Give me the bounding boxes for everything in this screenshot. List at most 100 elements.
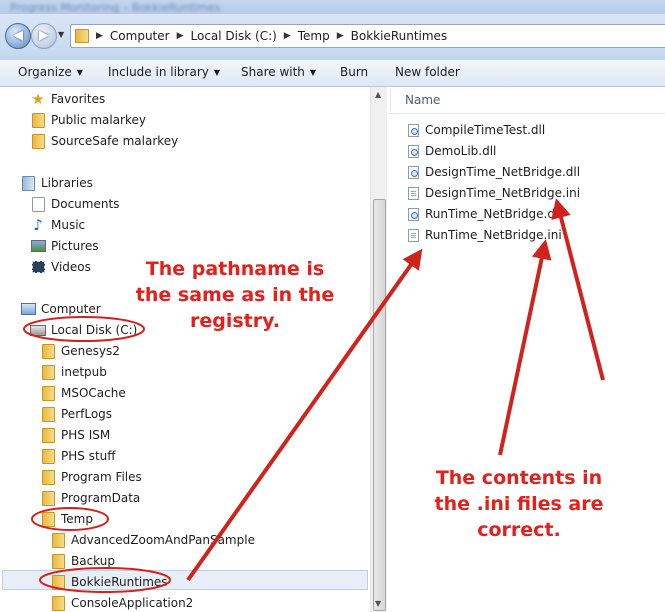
annotation-line: the same as in the (135, 284, 335, 306)
breadcrumb-bokkieruntimes[interactable]: BokkieRuntimes (348, 29, 451, 43)
nav-label: inetpub (61, 365, 107, 379)
share-label: Share with (241, 65, 305, 79)
nav-folder-phs-ism[interactable]: PHS ISM (40, 425, 110, 445)
back-arrow-icon: ◀ (13, 28, 23, 43)
nav-label: Favorites (51, 92, 106, 106)
command-bar: Organize ▼ Include in library ▼ Share with… (0, 60, 665, 87)
file-item[interactable]: RunTime_NetBridge.ini (408, 225, 562, 245)
nav-folder-perflogs[interactable]: PerfLogs (40, 404, 112, 424)
file-item[interactable]: DesignTime_NetBridge.dll (408, 162, 580, 182)
annotation-line: registry. (190, 310, 280, 332)
dll-file-icon (408, 207, 419, 221)
nav-music[interactable]: ♪ Music (30, 215, 85, 235)
breadcrumb-chevron-icon[interactable]: ▶ (280, 31, 295, 41)
file-item[interactable]: RunTime_NetBridge.dll (408, 204, 562, 224)
nav-label: Pictures (51, 239, 99, 253)
folder-icon (40, 427, 56, 443)
hard-drive-icon (30, 322, 46, 338)
nav-label: PHS ISM (61, 428, 111, 442)
dropdown-caret-icon: ▼ (213, 68, 221, 77)
organize-button[interactable]: Organize ▼ (18, 60, 83, 86)
nav-favorites[interactable]: ★ Favorites (30, 89, 105, 109)
navigation-pane: ★ Favorites Public malarkey SourceSafe ma… (0, 87, 370, 612)
file-name: DesignTime_NetBridge.dll (425, 165, 581, 179)
dll-file-icon (408, 123, 419, 137)
folder-icon (50, 532, 66, 548)
nav-label: Libraries (41, 176, 93, 190)
nav-folder-temp[interactable]: Temp (40, 509, 93, 529)
address-input[interactable]: ▶ Computer ▶ Local Disk (C:) ▶ Temp ▶ Bo… (70, 24, 665, 48)
forward-arrow-icon: ▶ (39, 28, 49, 43)
nav-folder-advancedzoomandpansample[interactable]: AdvancedZoomAndPanSample (50, 530, 255, 550)
folder-icon (40, 490, 56, 506)
folder-icon (75, 29, 89, 43)
nav-folder-msocache[interactable]: MSOCache (40, 383, 126, 403)
nav-folder-program-files[interactable]: Program Files (40, 467, 142, 487)
nav-computer[interactable]: Computer (20, 299, 101, 319)
burn-button[interactable]: Burn (340, 60, 368, 86)
nav-pictures[interactable]: Pictures (30, 236, 99, 256)
dll-file-icon (408, 144, 419, 158)
folder-icon (40, 448, 56, 464)
folder-icon (50, 595, 66, 611)
folder-icon (40, 385, 56, 401)
breadcrumb-temp[interactable]: Temp (295, 29, 333, 43)
breadcrumb-chevron-icon[interactable]: ▶ (173, 31, 188, 41)
nav-public-malarkey[interactable]: Public malarkey (30, 110, 146, 130)
nav-libraries[interactable]: Libraries (20, 173, 93, 193)
nav-label: Public malarkey (51, 113, 146, 127)
file-item[interactable]: CompileTimeTest.dll (408, 120, 545, 140)
breadcrumb-chevron-icon[interactable]: ▶ (92, 31, 107, 41)
nav-label: MSOCache (61, 386, 126, 400)
nav-documents[interactable]: Documents (30, 194, 119, 214)
scrollbar-thumb[interactable] (373, 199, 386, 611)
nav-sourcesafe-malarkey[interactable]: SourceSafe malarkey (30, 131, 178, 151)
nav-label: PHS stuff (61, 449, 116, 463)
nav-label: Music (51, 218, 86, 232)
nav-folder-bokkieruntimes[interactable]: BokkieRuntimes (50, 572, 168, 592)
scroll-down-arrow-icon[interactable]: ▼ (375, 599, 381, 608)
dll-file-icon (408, 165, 419, 179)
nav-folder-genesys2[interactable]: Genesys2 (40, 341, 120, 361)
include-in-library-button[interactable]: Include in library ▼ (108, 60, 220, 86)
annotation-line: The pathname is (145, 258, 325, 280)
scroll-up-arrow-icon[interactable]: ▲ (375, 90, 381, 99)
library-icon (20, 175, 36, 191)
nav-folder-phs-stuff[interactable]: PHS stuff (40, 446, 116, 466)
breadcrumb-chevron-icon[interactable]: ▶ (333, 31, 348, 41)
star-icon: ★ (31, 90, 45, 108)
nav-folder-programdata[interactable]: ProgramData (40, 488, 140, 508)
nav-folder-inetpub[interactable]: inetpub (40, 362, 107, 382)
annotation-line: correct. (477, 519, 561, 541)
new-folder-button[interactable]: New folder (395, 60, 460, 86)
nav-label: Program Files (61, 470, 142, 484)
nav-folder-consoleapplication2[interactable]: ConsoleApplication2 (50, 593, 193, 612)
column-header-label: Name (405, 93, 441, 107)
file-item[interactable]: DemoLib.dll (408, 141, 496, 161)
annotation-line: the .ini files are (434, 493, 604, 515)
music-note-icon: ♪ (33, 216, 43, 234)
folder-icon (40, 406, 56, 422)
file-item[interactable]: DesignTime_NetBridge.ini (408, 183, 580, 203)
back-button[interactable]: ◀ (5, 23, 31, 49)
nav-folder-backup[interactable]: Backup (50, 551, 115, 571)
film-strip-icon (30, 259, 46, 275)
recent-pages-dropdown-icon[interactable]: ▼ (58, 30, 64, 39)
column-header-name[interactable]: Name (388, 87, 665, 114)
forward-button[interactable]: ▶ (31, 23, 57, 49)
file-name: DesignTime_NetBridge.ini (425, 186, 581, 200)
nav-label: Computer (41, 302, 101, 316)
breadcrumb-local-disk[interactable]: Local Disk (C:) (188, 29, 280, 43)
share-with-button[interactable]: Share with ▼ (241, 60, 316, 86)
nav-pane-scrollbar[interactable]: ▲ ▼ (370, 87, 387, 612)
file-name: CompileTimeTest.dll (425, 123, 546, 137)
dropdown-caret-icon: ▼ (76, 68, 83, 77)
nav-label: ConsoleApplication2 (71, 596, 194, 610)
folder-icon (50, 574, 66, 590)
locked-folder-icon (40, 511, 56, 527)
folder-icon (30, 133, 46, 149)
include-label: Include in library (108, 65, 209, 79)
nav-label: ProgramData (61, 491, 141, 505)
nav-videos[interactable]: Videos (30, 257, 91, 277)
breadcrumb-computer[interactable]: Computer (107, 29, 173, 43)
